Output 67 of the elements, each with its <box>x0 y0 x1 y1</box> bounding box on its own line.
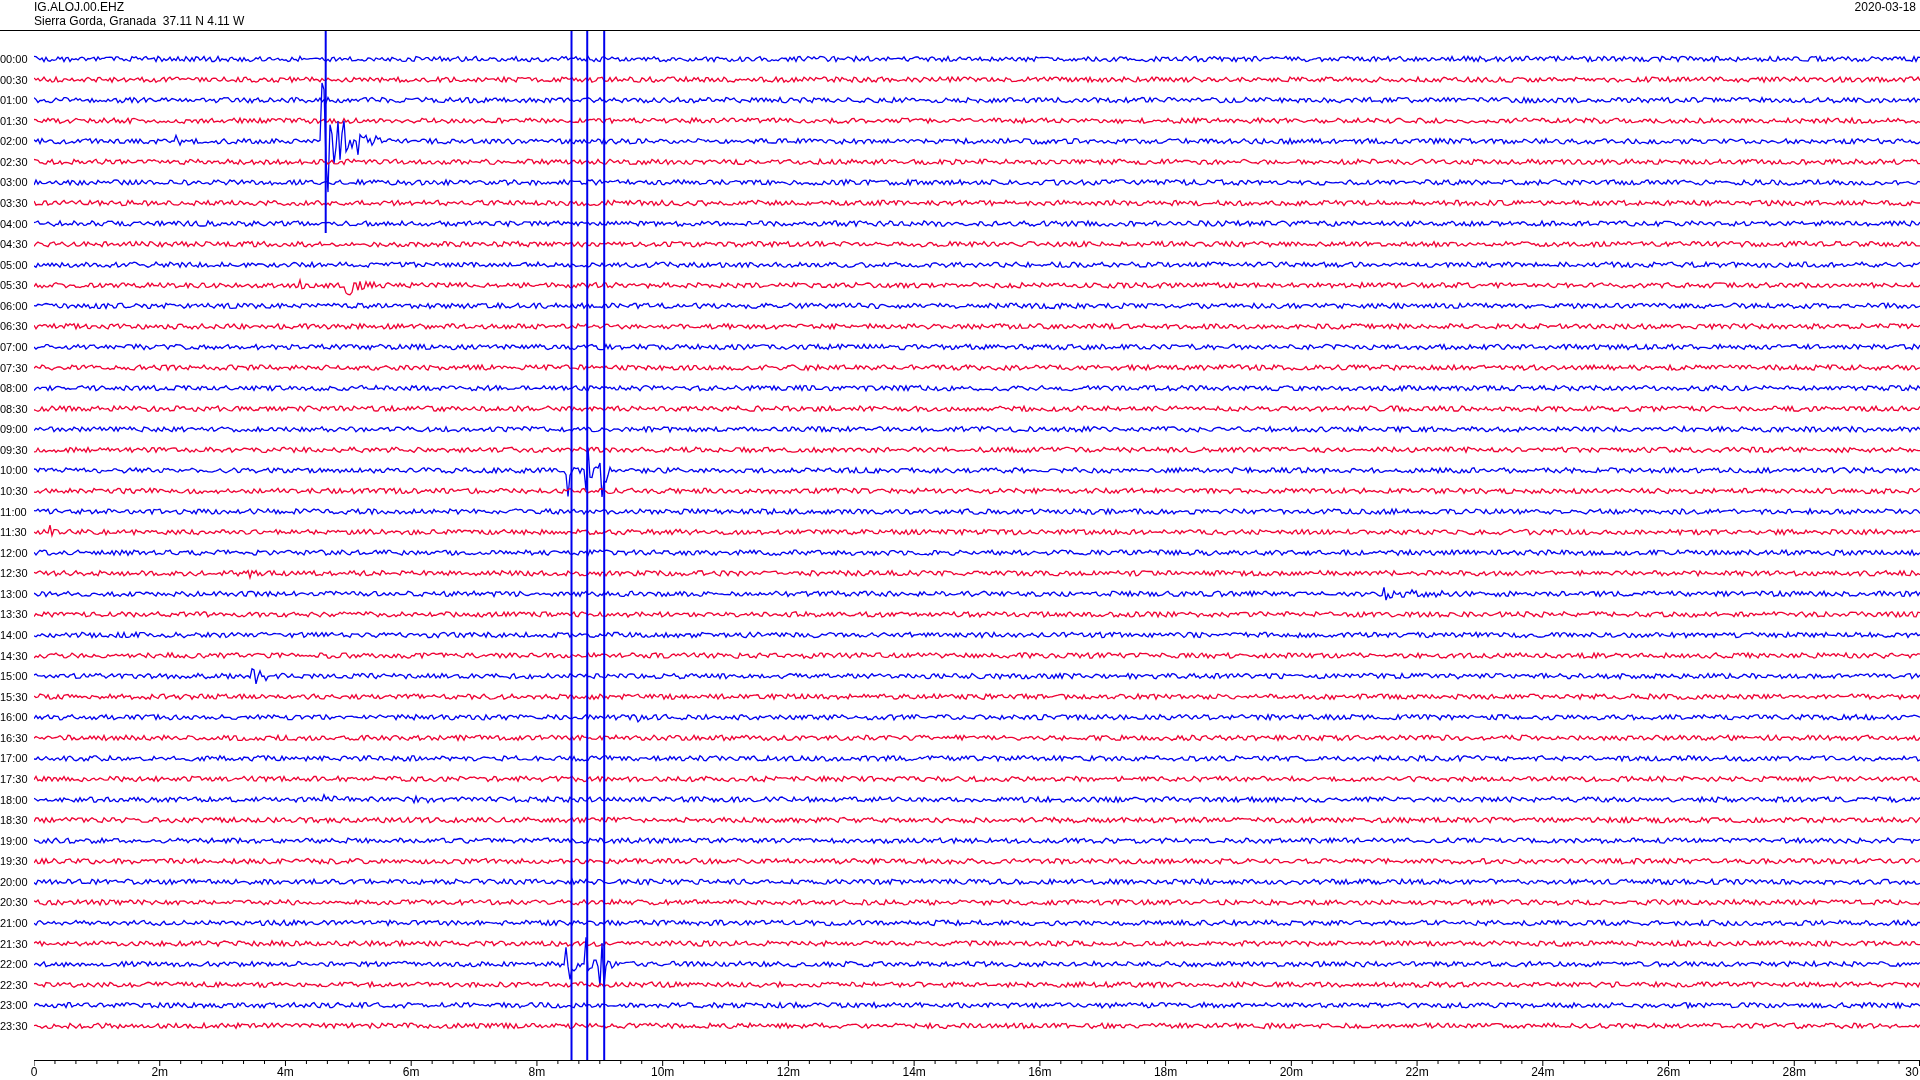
time-label: 01:00 <box>0 94 28 107</box>
record-date: 2020-03-18 <box>1854 0 1916 14</box>
time-label: 08:00 <box>0 382 28 395</box>
time-label: 20:00 <box>0 875 28 888</box>
time-label: 00:30 <box>0 73 28 86</box>
time-label: 15:30 <box>0 690 28 703</box>
station-location: Sierra Gorda, Granada 37.11 N 4.11 W <box>34 14 245 28</box>
time-label: 21:30 <box>0 937 28 950</box>
time-label: 16:30 <box>0 731 28 744</box>
time-label: 12:00 <box>0 546 28 559</box>
time-label: 01:30 <box>0 114 28 127</box>
axis-tick-label: 10m <box>651 1066 675 1079</box>
axis-tick-label: 22m <box>1405 1066 1429 1079</box>
time-label: 03:30 <box>0 197 28 209</box>
axis-tick-label: 6m <box>402 1066 420 1079</box>
time-label: 22:00 <box>0 958 28 971</box>
time-label: 02:30 <box>0 155 28 168</box>
axis-tick-label: 2m <box>151 1066 169 1079</box>
time-label: 09:00 <box>0 423 28 436</box>
time-label: 15:00 <box>0 670 28 683</box>
axis-tick-label: 24m <box>1531 1066 1555 1079</box>
time-label: 10:00 <box>0 464 28 477</box>
time-label: 02:00 <box>0 135 28 148</box>
time-label: 13:30 <box>0 608 28 621</box>
time-label: 18:30 <box>0 814 28 827</box>
axis-tick-label: 28m <box>1782 1066 1806 1079</box>
time-label: 07:00 <box>0 340 28 353</box>
axis-tick-label: 0 <box>30 1066 38 1079</box>
axis-tick-label: 12m <box>776 1066 801 1079</box>
time-label: 00:00 <box>0 53 28 65</box>
time-label: 23:30 <box>0 1019 28 1032</box>
time-label: 17:00 <box>0 752 28 765</box>
time-label: 12:30 <box>0 567 28 580</box>
time-label: 17:30 <box>0 772 28 785</box>
time-label: 06:00 <box>0 299 28 312</box>
time-label: 13:00 <box>0 587 28 600</box>
time-label: 11:00 <box>0 505 27 518</box>
time-label: 11:30 <box>0 526 27 539</box>
axis-tick-label: 20m <box>1279 1066 1303 1079</box>
time-label: 06:30 <box>0 320 28 333</box>
axis-tick-label: 16m <box>1028 1066 1052 1079</box>
axis-tick-label: 8m <box>528 1066 546 1079</box>
time-label: 04:00 <box>0 217 28 230</box>
axis-tick-label: 14m <box>902 1066 926 1079</box>
time-label: 16:00 <box>0 711 28 724</box>
time-label: 22:30 <box>0 978 28 991</box>
time-label: 21:00 <box>0 916 28 929</box>
station-code: IG.ALOJ.00.EHZ <box>34 0 126 14</box>
time-label: 19:00 <box>0 834 28 847</box>
time-label: 19:30 <box>0 855 28 868</box>
axis-tick-label: 30 <box>1905 1066 1919 1079</box>
time-label: 07:30 <box>0 361 28 374</box>
time-label: 20:30 <box>0 896 28 909</box>
time-label: 03:00 <box>0 176 28 189</box>
time-label: 04:30 <box>0 238 28 251</box>
time-label: 09:30 <box>0 443 28 456</box>
time-label: 14:00 <box>0 628 28 641</box>
axis-tick-label: 4m <box>277 1066 294 1079</box>
time-label: 08:30 <box>0 402 28 415</box>
time-label: 23:00 <box>0 999 28 1012</box>
time-label: 18:00 <box>0 793 28 806</box>
time-label: 05:00 <box>0 258 28 271</box>
axis-tick-label: 18m <box>1153 1066 1178 1079</box>
time-label: 05:30 <box>0 279 28 292</box>
time-label: 10:30 <box>0 484 28 497</box>
time-label: 14:30 <box>0 649 28 662</box>
axis-tick-label: 26m <box>1656 1066 1681 1079</box>
